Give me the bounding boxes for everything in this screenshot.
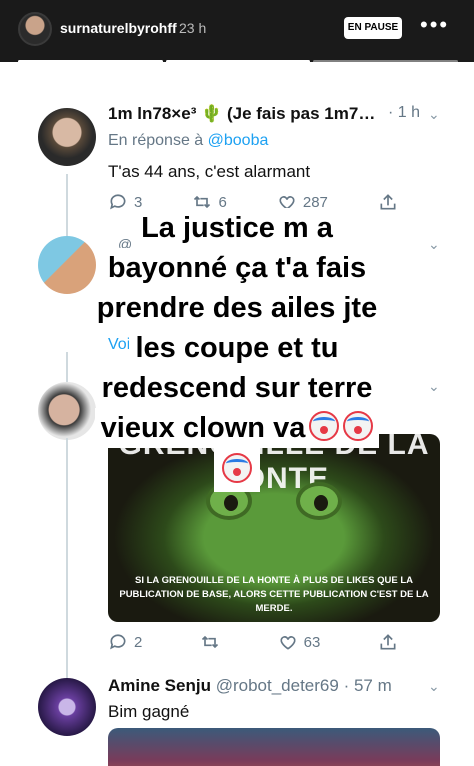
tweet-text: T'as 44 ans, c'est alarmant (108, 162, 311, 181)
retweet-icon (201, 635, 219, 649)
overlay-line: les coupe et tu (129, 328, 345, 368)
story-username[interactable]: surnaturelbyrohff (60, 20, 177, 36)
reply-prefix: En réponse à (108, 132, 208, 149)
reply-button[interactable]: 2 (108, 632, 142, 652)
story-time: 23 h (179, 20, 207, 36)
paused-badge[interactable]: EN PAUSE (344, 17, 402, 39)
tweet-text: Bim gagné (108, 702, 190, 721)
tweet-handle[interactable]: @robot_deter69 (216, 676, 339, 695)
overlay-line: bayonné ça t'a fais (101, 248, 373, 288)
reply-count: 2 (134, 633, 143, 651)
meme-caption-bottom: SI LA GRENOUILLE DE LA HONTE À PLUS DE L… (119, 575, 429, 614)
overlay-line: La justice m a (135, 208, 339, 248)
overlay-line-last: vieux clown va (94, 408, 380, 448)
reply-context: En réponse à @booba (108, 132, 268, 150)
chevron-down-icon[interactable]: ⌄ (428, 678, 440, 695)
tweet-avatar[interactable] (38, 678, 96, 736)
like-count: 63 (303, 633, 321, 651)
tweet-image[interactable] (108, 728, 440, 766)
clown-face-icon (222, 453, 252, 483)
retweet-button[interactable] (200, 632, 220, 652)
reply-handle-link[interactable]: @booba (208, 132, 269, 149)
tweet-author[interactable]: Amine Senju (108, 676, 211, 695)
chevron-down-icon[interactable]: ⌄ (428, 106, 440, 123)
reply-icon (110, 634, 126, 650)
overlay-line-emoji (214, 448, 260, 492)
tweet-time: · 1 h (388, 104, 421, 121)
story-text-overlay: La justice m a bayonné ça t'a fais prend… (0, 208, 474, 492)
clown-face-icon (343, 411, 374, 441)
heart-icon (280, 636, 296, 650)
share-button[interactable] (378, 632, 398, 652)
overlay-line: vieux clown va (100, 412, 306, 444)
tweet-actions: 2 63 (108, 632, 398, 652)
share-icon (380, 634, 396, 650)
overlay-line: redescend sur terre (95, 368, 379, 408)
avatar[interactable] (18, 12, 52, 46)
more-options-icon[interactable]: ••• (420, 14, 449, 36)
like-button[interactable]: 63 (278, 632, 321, 652)
tweet-time: · 57 m (343, 676, 392, 695)
overlay-line: prendre des ailes jte (90, 288, 384, 328)
tweet-avatar[interactable] (38, 108, 96, 166)
tweet-author[interactable]: 1m ln78×e³ 🌵 (Je fais pas 1m7… (108, 104, 375, 124)
tweet-author-line: Amine Senju @robot_deter69 · 57 m (108, 676, 392, 696)
story-header: surnaturelbyrohff 23 h EN PAUSE ••• (0, 0, 474, 63)
clown-face-icon (309, 411, 340, 441)
